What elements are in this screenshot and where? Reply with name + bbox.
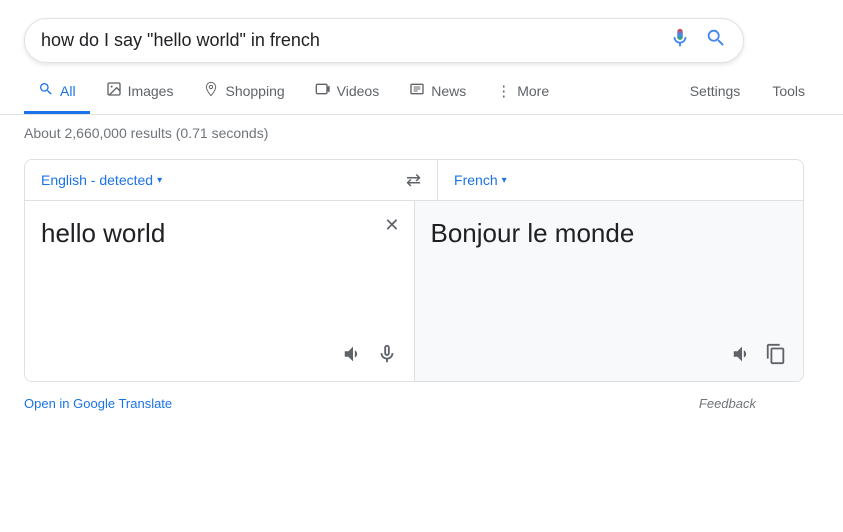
feedback-link[interactable]: Feedback <box>699 396 756 411</box>
tab-news[interactable]: News <box>395 71 480 114</box>
target-panel: Bonjour le monde <box>415 201 804 381</box>
settings-label: Settings <box>690 83 741 99</box>
target-language-selector[interactable]: French ▾ <box>437 160 803 200</box>
source-speaker-icon[interactable] <box>342 343 364 365</box>
open-in-translate-label: Open in Google Translate <box>24 396 172 411</box>
nav-settings: Settings Tools <box>676 73 819 112</box>
open-in-translate-link[interactable]: Open in Google Translate <box>24 396 172 411</box>
news-icon <box>409 81 425 101</box>
translate-footer: Open in Google Translate Feedback <box>0 390 780 417</box>
tab-shopping[interactable]: Shopping <box>189 71 298 114</box>
shopping-icon <box>203 81 219 101</box>
more-dots-icon: ⋮ <box>496 82 511 100</box>
tab-more[interactable]: ⋮ More <box>482 72 563 113</box>
source-mic-icon[interactable] <box>376 343 398 365</box>
tab-images-label: Images <box>128 83 174 99</box>
tab-all-label: All <box>60 83 76 99</box>
target-lang-arrow-icon: ▾ <box>502 175 507 186</box>
source-text: hello world <box>41 217 398 335</box>
tab-shopping-label: Shopping <box>225 83 284 99</box>
tools-link[interactable]: Tools <box>758 73 819 112</box>
search-icons <box>669 27 727 54</box>
feedback-label: Feedback <box>699 396 756 411</box>
search-input[interactable]: how do I say "hello world" in french <box>41 30 669 51</box>
videos-icon <box>315 81 331 101</box>
source-panel: hello world ✕ <box>25 201 415 381</box>
target-lang-label: French <box>454 172 498 188</box>
images-icon <box>106 81 122 101</box>
search-icon[interactable] <box>705 27 727 54</box>
translation-panels: hello world ✕ Bonjour le monde <box>25 201 803 381</box>
nav-tabs: All Images Shopping Videos News ⋮ More S… <box>0 63 843 115</box>
tab-videos[interactable]: Videos <box>301 71 394 114</box>
search-header: how do I say "hello world" in french <box>0 0 843 63</box>
results-info: About 2,660,000 results (0.71 seconds) <box>0 115 843 151</box>
results-summary: About 2,660,000 results (0.71 seconds) <box>24 125 268 141</box>
target-text: Bonjour le monde <box>431 217 788 335</box>
source-language-selector[interactable]: English - detected ▾ <box>25 160 390 200</box>
tab-all[interactable]: All <box>24 71 90 114</box>
target-speaker-icon[interactable] <box>731 343 753 365</box>
source-panel-actions <box>41 343 398 365</box>
tab-videos-label: Videos <box>337 83 380 99</box>
translate-card: English - detected ▾ ⇄ French ▾ hello wo… <box>24 159 804 382</box>
tools-label: Tools <box>772 83 805 99</box>
search-box: how do I say "hello world" in french <box>24 18 744 63</box>
microphone-icon[interactable] <box>669 27 691 54</box>
all-icon <box>38 81 54 101</box>
clear-icon[interactable]: ✕ <box>384 215 399 236</box>
copy-icon[interactable] <box>765 343 787 365</box>
language-bar: English - detected ▾ ⇄ French ▾ <box>25 160 803 201</box>
source-lang-label: English - detected <box>41 172 153 188</box>
settings-link[interactable]: Settings <box>676 73 755 112</box>
swap-languages-icon[interactable]: ⇄ <box>390 170 437 191</box>
tab-more-label: More <box>517 83 549 99</box>
source-lang-arrow-icon: ▾ <box>157 175 162 186</box>
target-panel-actions <box>431 343 788 365</box>
tab-news-label: News <box>431 83 466 99</box>
tab-images[interactable]: Images <box>92 71 188 114</box>
